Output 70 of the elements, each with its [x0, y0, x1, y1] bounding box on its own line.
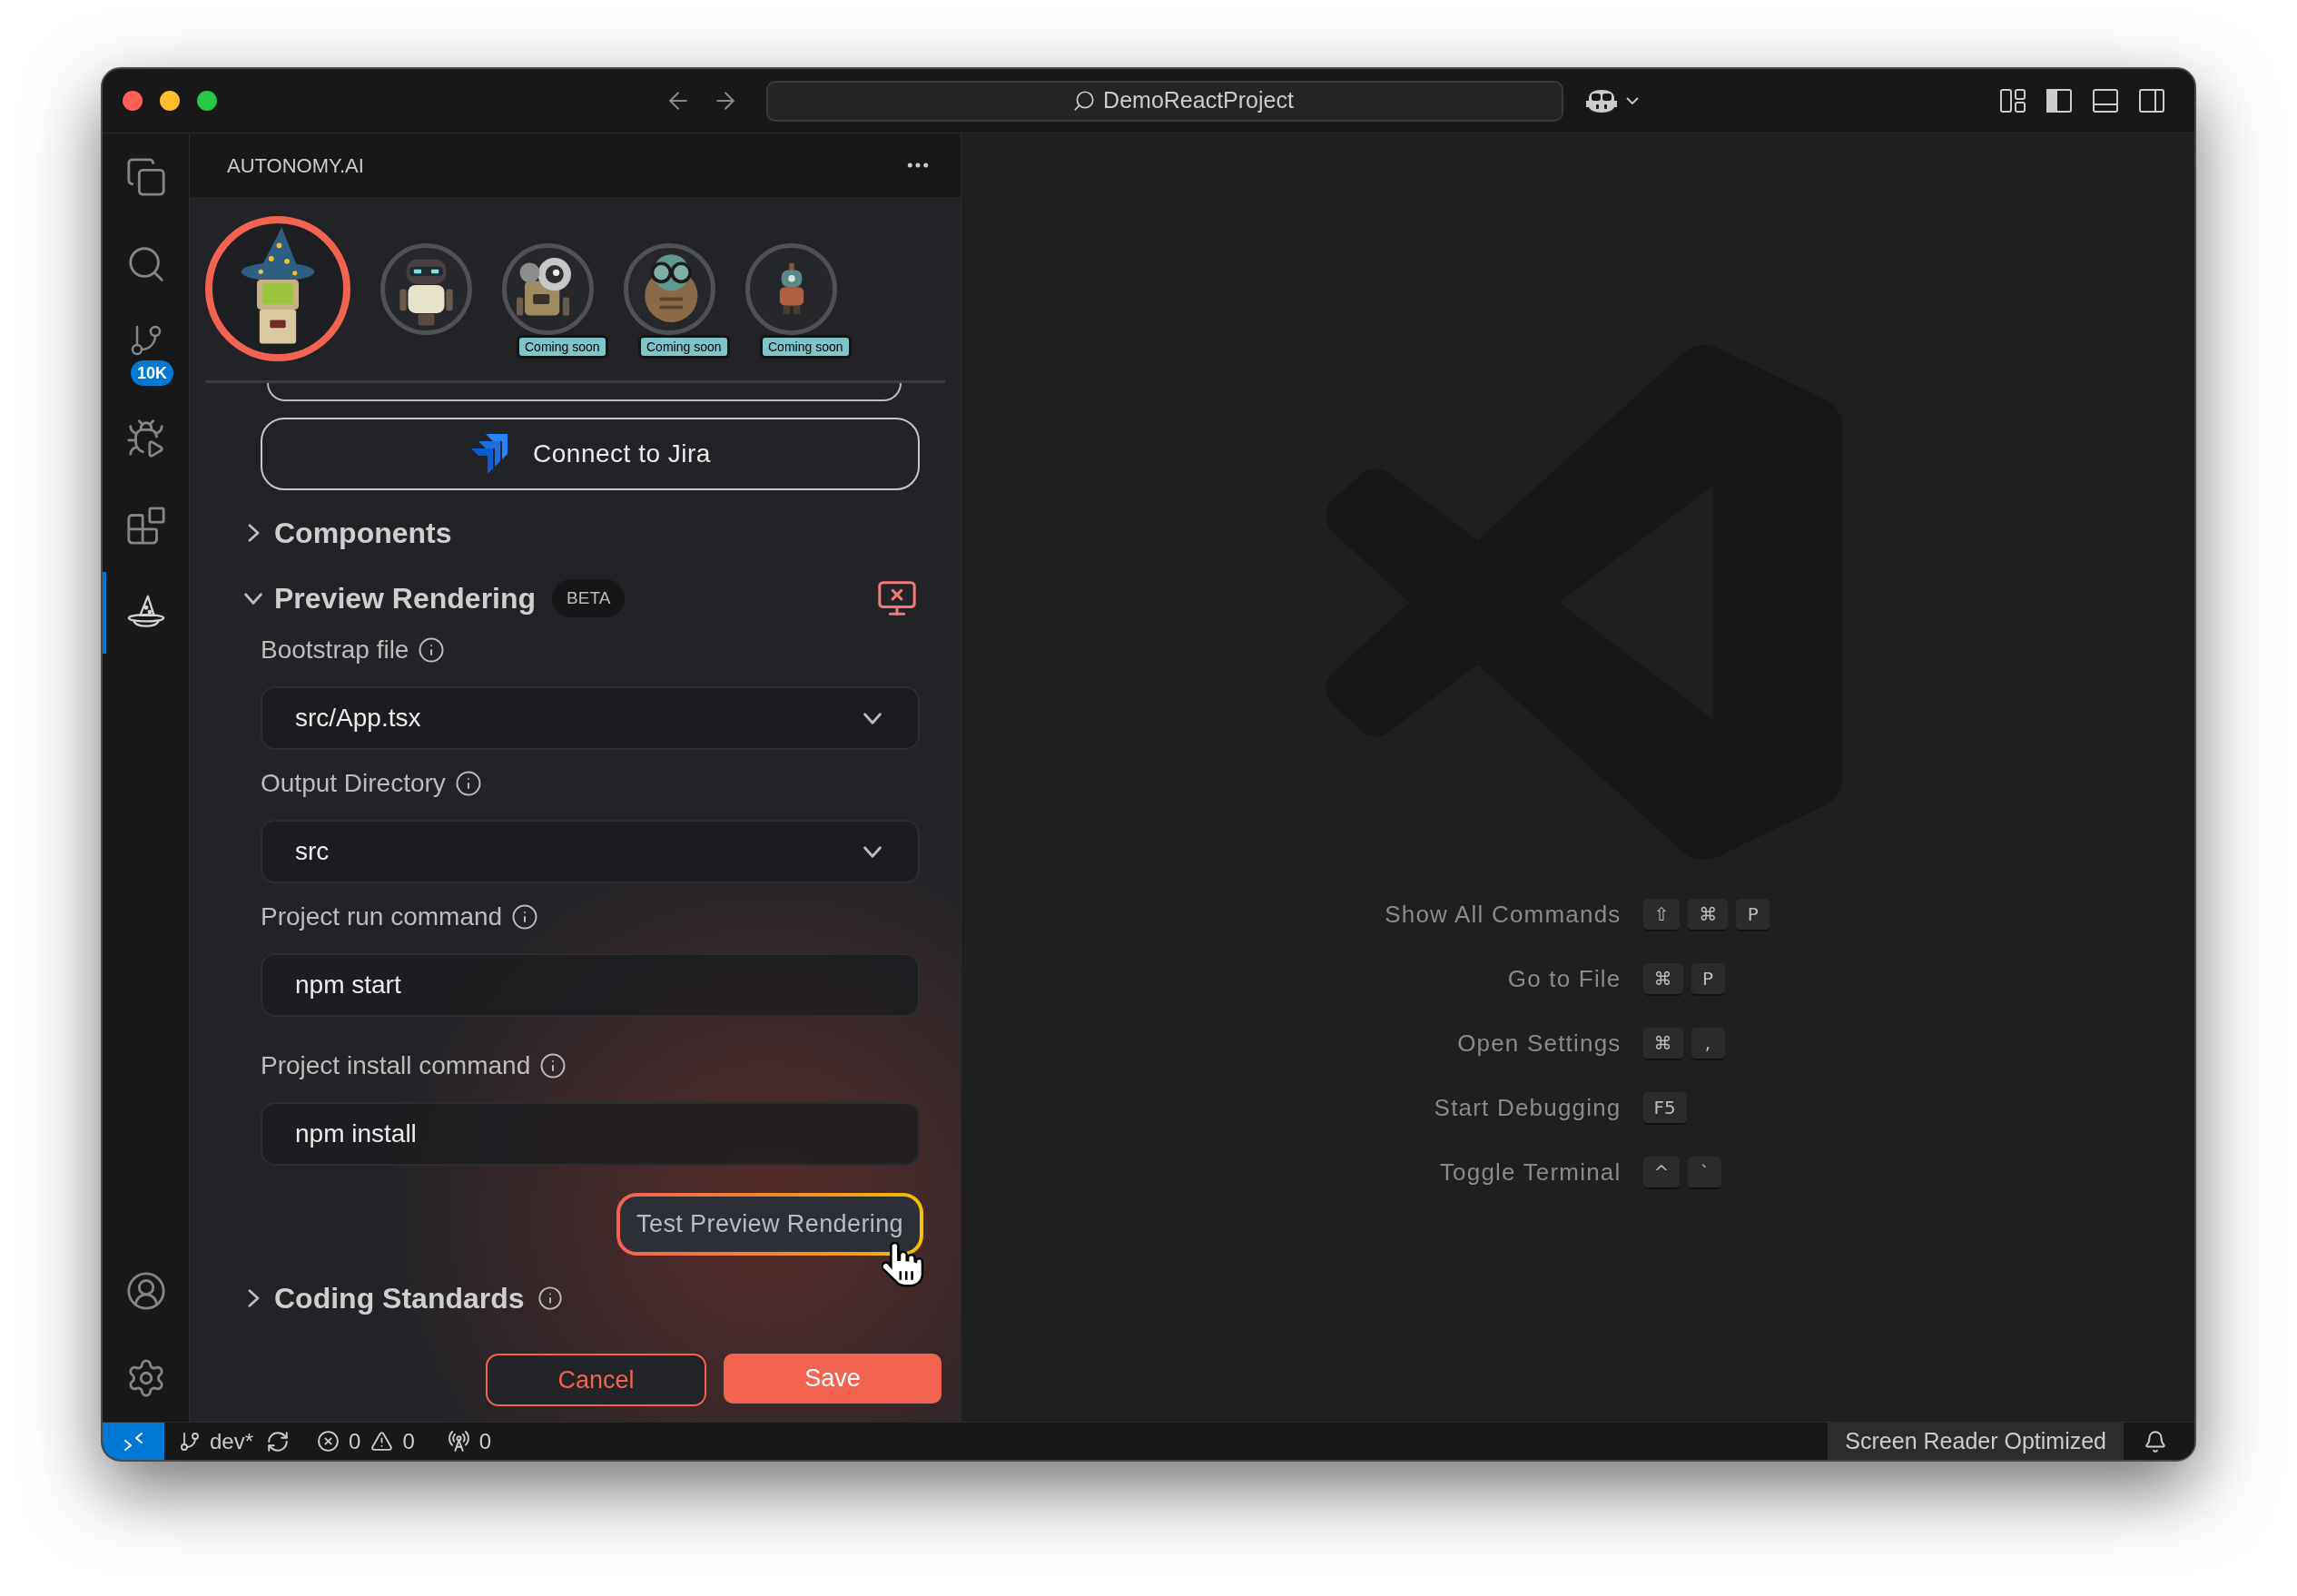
errors-button[interactable]: 0: [317, 1424, 361, 1458]
robot-face-icon[interactable]: [1585, 87, 1618, 114]
status-tag: Coming soon: [517, 334, 608, 359]
bell-icon[interactable]: [2144, 1429, 2167, 1453]
key-cap: ⌘: [1642, 1027, 1683, 1060]
antenna-icon: [447, 1430, 470, 1453]
search-field[interactable]: DemoReactProject: [766, 80, 1563, 122]
field-label: Project install command: [261, 1050, 531, 1081]
chevron-down-icon[interactable]: [1625, 96, 1640, 105]
layout-icon[interactable]: [1999, 88, 2026, 113]
field-label: Bootstrap file: [261, 635, 409, 665]
window-zoom-icon[interactable]: [197, 91, 217, 111]
key-cap: P: [1736, 898, 1770, 931]
screen-reader-mode-button[interactable]: Screen Reader Optimized: [1828, 1423, 2124, 1460]
sync-icon[interactable]: [266, 1429, 291, 1453]
key-cap: ⌘: [1688, 898, 1729, 931]
user-circle-icon[interactable]: [124, 1270, 167, 1312]
window-close-icon[interactable]: [123, 91, 143, 111]
branch-icon: [179, 1430, 201, 1453]
warning-icon: [370, 1430, 394, 1453]
key-cap: `: [1688, 1156, 1722, 1189]
connect-jira-button[interactable]: Connect to Jira: [261, 418, 920, 490]
remote-button[interactable]: [103, 1423, 164, 1460]
warnings-button[interactable]: 0: [370, 1424, 415, 1458]
search-icon: [1072, 89, 1097, 113]
cancel-button[interactable]: Cancel: [486, 1354, 706, 1406]
files-icon[interactable]: [124, 156, 167, 198]
remote-chevrons-icon: [123, 1430, 144, 1453]
field-label: Project run command: [261, 901, 503, 932]
key-cap: P: [1691, 962, 1725, 996]
key-cap: ⌘: [1642, 962, 1683, 996]
branch-button[interactable]: dev*: [179, 1424, 254, 1458]
shortcut-label: Show All Commands: [1385, 900, 1622, 930]
error-icon: [317, 1430, 340, 1453]
status-tag: Coming soon: [760, 334, 852, 359]
shortcut-label: Open Settings: [1457, 1029, 1622, 1059]
key-cap: ^: [1642, 1156, 1681, 1189]
info-icon: [539, 1052, 567, 1079]
section-toggle[interactable]: Preview Rendering: [242, 576, 537, 620]
dropdown-field[interactable]: src/App.tsx: [261, 686, 920, 750]
info-icon: [454, 770, 482, 797]
robot-icon: [777, 261, 805, 316]
dropdown-field[interactable]: src: [261, 820, 920, 883]
key-cap: ,: [1691, 1027, 1725, 1060]
count-badge: 10K: [131, 360, 173, 386]
field-label: Output Directory: [261, 768, 446, 799]
hand-cursor-icon: [882, 1242, 925, 1287]
key-cap: ⇧: [1642, 898, 1681, 931]
window-minimize-icon[interactable]: [160, 91, 180, 111]
shortcut-label: Start Debugging: [1434, 1093, 1622, 1123]
ports-button[interactable]: 0: [447, 1424, 492, 1458]
beta-tag: BETA: [552, 579, 626, 617]
chevron-down-icon: [862, 711, 883, 725]
text-field[interactable]: npm start: [261, 953, 920, 1017]
info-icon: [511, 903, 539, 931]
bottom-panel-icon[interactable]: [2092, 88, 2119, 113]
key-cap: F5: [1642, 1091, 1687, 1125]
left-sidebar-icon[interactable]: [2046, 88, 2073, 113]
section-toggle[interactable]: Coding Standards: [242, 1276, 525, 1320]
blocks-icon[interactable]: [124, 505, 167, 547]
info-icon: [418, 636, 446, 664]
panel-title: AUTONOMY.AI: [227, 153, 364, 179]
jira-icon: [469, 434, 508, 474]
chevron-down-icon: [862, 844, 883, 859]
text-field[interactable]: npm install: [261, 1102, 920, 1166]
status-tag: Coming soon: [638, 334, 730, 359]
shortcut-label: Go to File: [1507, 964, 1622, 994]
shortcut-label: Toggle Terminal: [1439, 1158, 1622, 1187]
section-toggle[interactable]: Components: [242, 511, 452, 555]
right-sidebar-icon[interactable]: [2138, 88, 2165, 113]
